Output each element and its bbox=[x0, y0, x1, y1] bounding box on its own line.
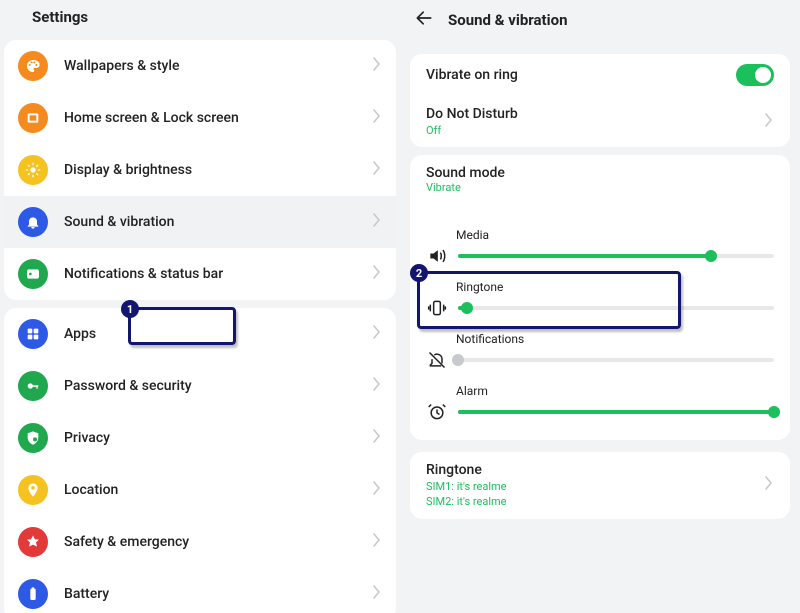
sidebar-item-label: Location bbox=[64, 482, 372, 498]
sidebar-item-battery[interactable]: Battery bbox=[4, 568, 396, 613]
location-icon bbox=[18, 475, 48, 505]
slider-track[interactable] bbox=[458, 306, 774, 310]
sidebar-item-privacy[interactable]: Privacy bbox=[4, 412, 396, 464]
sidebar-item-label: Notifications & status bar bbox=[64, 266, 372, 282]
chevron-right-icon bbox=[764, 113, 774, 131]
sidebar-item-label: Battery bbox=[64, 586, 372, 602]
bell-icon bbox=[18, 207, 48, 237]
slider-track[interactable] bbox=[458, 254, 774, 258]
slider-media: Media bbox=[410, 222, 790, 274]
volume-section: Sound mode Vibrate Media Ringtone bbox=[410, 155, 790, 440]
row-vibrate-on-ring[interactable]: Vibrate on ring bbox=[410, 54, 790, 96]
sound-mode-value: Vibrate bbox=[410, 181, 790, 202]
sidebar-item-home-lock[interactable]: Home screen & Lock screen bbox=[4, 92, 396, 144]
emergency-icon bbox=[18, 527, 48, 557]
chevron-right-icon bbox=[372, 325, 382, 343]
notification-icon bbox=[18, 259, 48, 289]
row-ringtone[interactable]: Ringtone SIM1: it's realme SIM2: it's re… bbox=[410, 452, 790, 518]
brightness-icon bbox=[18, 155, 48, 185]
slider-label: Alarm bbox=[456, 384, 774, 398]
home-lock-icon bbox=[18, 103, 48, 133]
slider-track[interactable] bbox=[458, 410, 774, 414]
slider-ringtone: Ringtone bbox=[410, 274, 790, 326]
sidebar-item-label: Sound & vibration bbox=[64, 214, 372, 230]
sidebar-item-label: Privacy bbox=[64, 430, 372, 446]
sidebar-item-safety[interactable]: Safety & emergency bbox=[4, 516, 396, 568]
sidebar-item-label: Apps bbox=[64, 326, 372, 342]
sidebar-item-notifications[interactable]: Notifications & status bar bbox=[4, 248, 396, 300]
sidebar-item-password[interactable]: Password & security bbox=[4, 360, 396, 412]
sidebar-item-display[interactable]: Display & brightness bbox=[4, 144, 396, 196]
settings-group-1: Wallpapers & style Home screen & Lock sc… bbox=[4, 40, 396, 300]
sidebar-item-label: Password & security bbox=[64, 378, 372, 394]
sidebar-item-apps[interactable]: Apps bbox=[4, 308, 396, 360]
row-label: Do Not Disturb bbox=[426, 106, 518, 122]
chevron-right-icon bbox=[372, 429, 382, 447]
settings-group-2: Apps Password & security Privacy bbox=[4, 308, 396, 613]
chevron-right-icon bbox=[372, 533, 382, 551]
row-status: Off bbox=[426, 124, 518, 137]
key-icon bbox=[18, 371, 48, 401]
sidebar-item-location[interactable]: Location bbox=[4, 464, 396, 516]
detail-group-1: Vibrate on ring Do Not Disturb Off bbox=[410, 54, 790, 147]
volume-icon bbox=[426, 246, 448, 266]
privacy-icon bbox=[18, 423, 48, 453]
slider-track[interactable] bbox=[458, 358, 774, 362]
row-sim1: SIM1: it's realme bbox=[426, 480, 506, 493]
slider-label: Media bbox=[456, 228, 774, 242]
settings-header: Settings bbox=[0, 0, 400, 36]
detail-title: Sound & vibration bbox=[448, 11, 567, 29]
sidebar-item-label: Wallpapers & style bbox=[64, 58, 372, 74]
row-label: Ringtone bbox=[426, 462, 506, 478]
slider-label: Notifications bbox=[456, 332, 774, 346]
sidebar-item-wallpapers[interactable]: Wallpapers & style bbox=[4, 40, 396, 92]
sidebar-item-label: Safety & emergency bbox=[64, 534, 372, 550]
palette-icon bbox=[18, 51, 48, 81]
row-sim2: SIM2: it's realme bbox=[426, 495, 506, 508]
slider-label: Ringtone bbox=[456, 280, 774, 294]
chevron-right-icon bbox=[372, 377, 382, 395]
chevron-right-icon bbox=[372, 213, 382, 231]
chevron-right-icon bbox=[372, 265, 382, 283]
detail-group-ringtone: Ringtone SIM1: it's realme SIM2: it's re… bbox=[410, 452, 790, 518]
vibrate-toggle[interactable] bbox=[736, 64, 774, 86]
battery-icon bbox=[18, 579, 48, 609]
chevron-right-icon bbox=[372, 585, 382, 603]
sidebar-item-label: Display & brightness bbox=[64, 162, 372, 178]
alarm-icon bbox=[426, 402, 448, 422]
chevron-right-icon bbox=[372, 109, 382, 127]
slider-alarm: Alarm bbox=[410, 378, 790, 430]
detail-header: Sound & vibration bbox=[400, 0, 800, 42]
row-label: Vibrate on ring bbox=[426, 67, 518, 83]
chevron-right-icon bbox=[372, 57, 382, 75]
chevron-right-icon bbox=[764, 476, 774, 494]
chevron-right-icon bbox=[372, 161, 382, 179]
sidebar-item-label: Home screen & Lock screen bbox=[64, 110, 372, 126]
back-button[interactable] bbox=[414, 8, 434, 32]
row-dnd[interactable]: Do Not Disturb Off bbox=[410, 96, 790, 147]
bell-off-icon bbox=[426, 350, 448, 370]
settings-panel: Settings Wallpapers & style Home screen … bbox=[0, 0, 400, 613]
sidebar-item-sound[interactable]: Sound & vibration bbox=[4, 196, 396, 248]
sound-mode-label: Sound mode bbox=[410, 155, 790, 181]
detail-panel: Sound & vibration Vibrate on ring Do Not… bbox=[400, 0, 800, 613]
chevron-right-icon bbox=[372, 481, 382, 499]
apps-icon bbox=[18, 319, 48, 349]
vibrate-icon bbox=[426, 298, 448, 318]
slider-notifications: Notifications bbox=[410, 326, 790, 378]
